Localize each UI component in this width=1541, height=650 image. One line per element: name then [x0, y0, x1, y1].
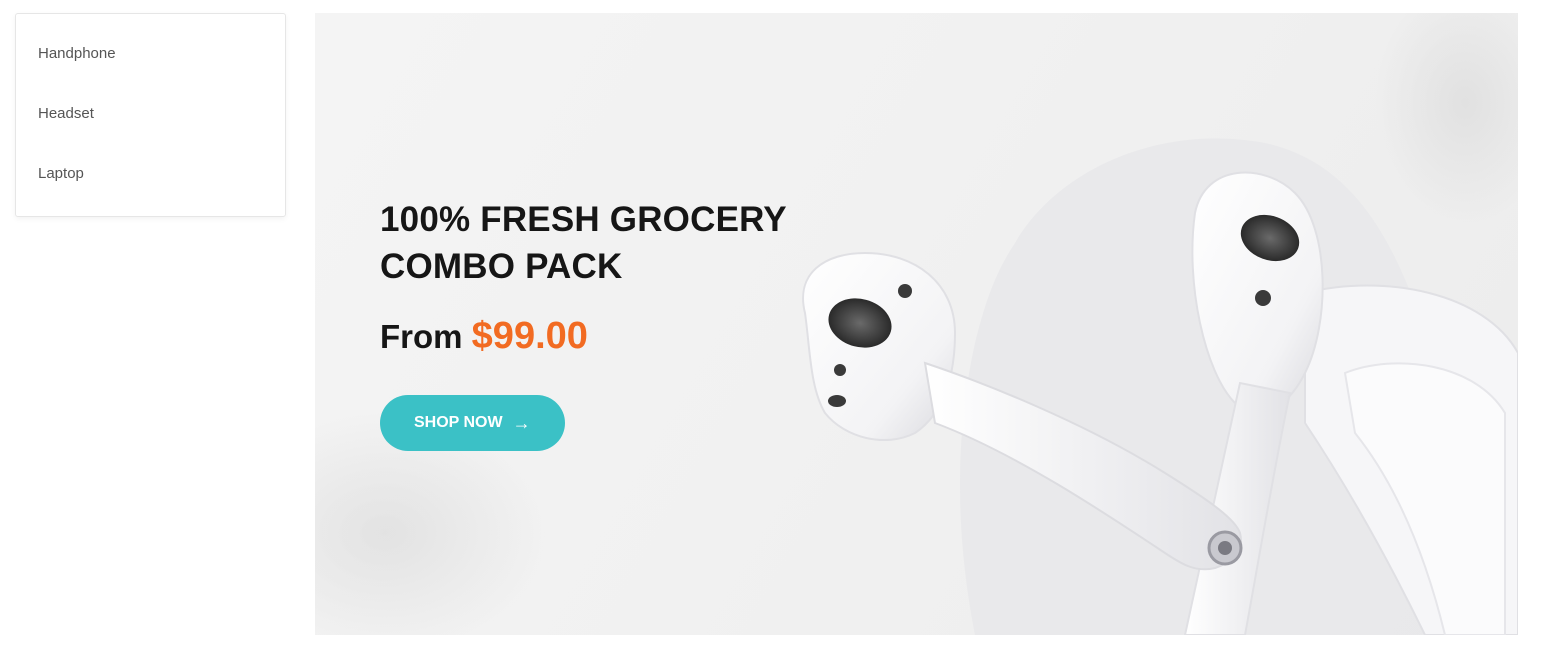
hero-title: 100% FRESH GROCERY COMBO PACK [380, 196, 860, 290]
hero-content: 100% FRESH GROCERY COMBO PACK From $99.0… [380, 196, 860, 451]
category-item-handphone[interactable]: Handphone [16, 36, 285, 96]
category-item-laptop[interactable]: Laptop [16, 156, 285, 216]
earbuds-product-image [802, 171, 1518, 635]
hero-title-line1: 100% FRESH GROCERY [380, 200, 787, 239]
hero-title-line2: COMBO PACK [380, 247, 623, 286]
shop-now-label: SHOP NOW [414, 414, 503, 431]
hero-price-line: From $99.00 [380, 316, 860, 357]
category-item-headset[interactable]: Headset [16, 96, 285, 156]
arrow-right-icon: → [512, 413, 531, 433]
category-menu: Handphone Headset Laptop [15, 13, 286, 217]
hero-banner: 100% FRESH GROCERY COMBO PACK From $99.0… [315, 13, 1518, 635]
shop-now-button[interactable]: SHOP NOW → [380, 395, 565, 451]
price-prefix: From [380, 318, 463, 355]
price-value: $99.00 [471, 315, 588, 357]
